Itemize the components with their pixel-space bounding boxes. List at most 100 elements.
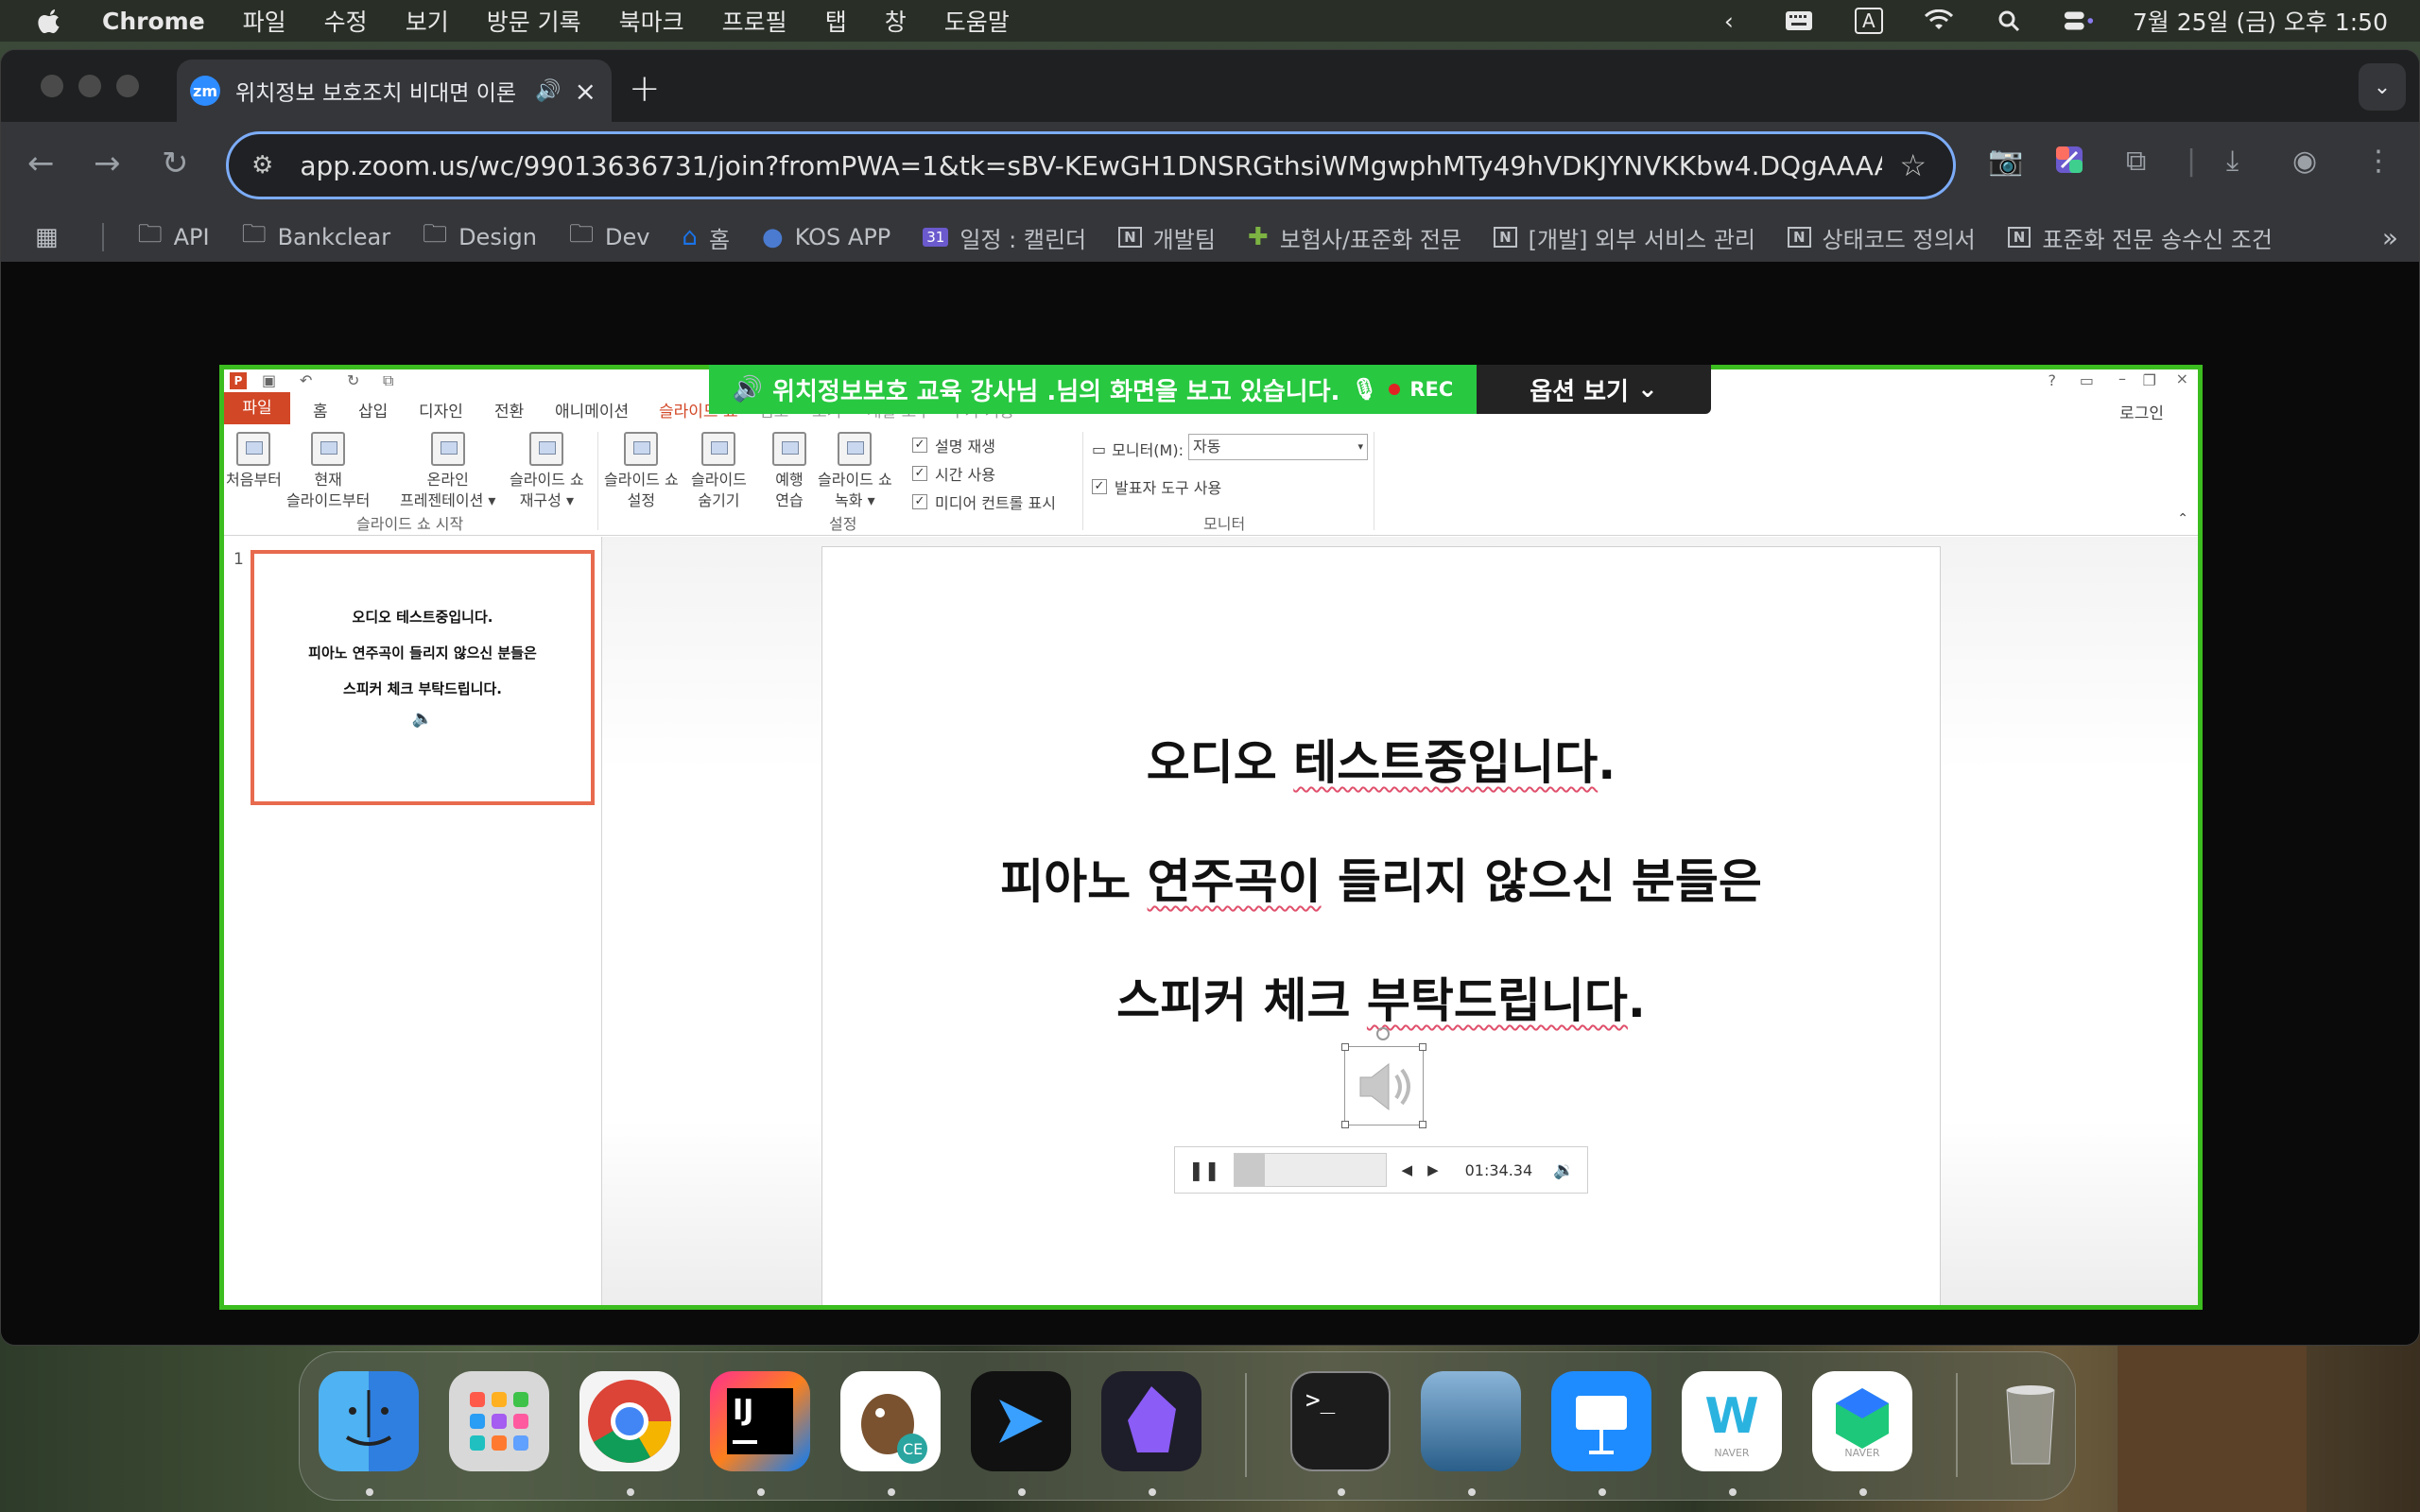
online-present-button[interactable]: 온라인 프레젠테이션 ▾ bbox=[400, 432, 495, 511]
chevron-left-icon[interactable]: ‹ bbox=[1713, 8, 1745, 35]
site-info-icon[interactable]: ⚙ bbox=[251, 151, 273, 180]
resize-handle[interactable] bbox=[1419, 1043, 1426, 1051]
monitor-select[interactable]: 자동 ▾ bbox=[1188, 434, 1368, 460]
undo-icon[interactable]: ↶ bbox=[300, 371, 312, 389]
slide-thumbnail[interactable]: 오디오 테스트중입니다. 피아노 연주곡이 들리지 않으신 분들은 스피커 체크… bbox=[251, 550, 595, 805]
reload-button[interactable]: ↻ bbox=[162, 145, 189, 182]
bookmark-calendar[interactable]: 31 일정 : 캘린더 bbox=[923, 221, 1086, 254]
tab-zoom-meeting[interactable]: zm 위치정보 보호조치 비대면 이론 🔊 × bbox=[177, 60, 612, 122]
naver-whale-icon[interactable]: W NAVER bbox=[1682, 1371, 1782, 1471]
timing-checkbox[interactable]: ✓ 시간 사용 bbox=[912, 462, 995, 485]
menu-bookmarks[interactable]: 북마크 bbox=[619, 4, 684, 38]
record-show-button[interactable]: 슬라이드 쇼 녹화 ▾ bbox=[818, 432, 892, 511]
redo-icon[interactable]: ↻ bbox=[347, 371, 359, 389]
save-icon[interactable]: ▣ bbox=[262, 371, 276, 389]
menu-history[interactable]: 방문 기록 bbox=[487, 4, 581, 38]
new-tab-button[interactable]: + bbox=[629, 67, 661, 111]
rotate-handle-icon[interactable] bbox=[1376, 1027, 1390, 1040]
tab-home[interactable]: 홈 bbox=[313, 398, 328, 421]
bookmark-external-service[interactable]: N [개발] 외부 서비스 관리 bbox=[1494, 221, 1755, 254]
pause-icon[interactable]: ❚❚ bbox=[1188, 1159, 1220, 1181]
finder-icon[interactable] bbox=[319, 1371, 419, 1471]
volume-icon[interactable]: 🔉 bbox=[1553, 1160, 1574, 1180]
bookmark-design[interactable]: 🗀 Design bbox=[423, 216, 537, 258]
tab-file[interactable]: 파일 bbox=[224, 392, 290, 424]
rehearse-button[interactable]: 예행 연습 bbox=[772, 432, 806, 511]
media-controls-checkbox[interactable]: ✓ 미디어 컨트롤 표시 bbox=[912, 490, 1056, 513]
dbeaver-icon[interactable]: CE bbox=[840, 1371, 941, 1471]
tab-audio-icon[interactable]: 🔊 bbox=[535, 79, 561, 103]
bookmark-kos-app[interactable]: ● KOS APP bbox=[762, 223, 890, 251]
tab-insert[interactable]: 삽입 bbox=[358, 398, 388, 421]
keynote-icon[interactable] bbox=[1551, 1371, 1651, 1471]
minimize-window-button[interactable] bbox=[78, 75, 101, 97]
input-source-icon[interactable]: A bbox=[1853, 8, 1885, 34]
color-picker-extension-icon[interactable] bbox=[2054, 145, 2084, 182]
menubar-clock[interactable]: 7월 25일 (금) 오후 1:50 bbox=[2133, 4, 2388, 38]
bookmark-star-icon[interactable]: ☆ bbox=[1899, 147, 1927, 183]
preview-icon[interactable] bbox=[1421, 1371, 1521, 1471]
bookmark-home[interactable]: ⌂ 홈 bbox=[682, 221, 730, 254]
menu-view[interactable]: 보기 bbox=[406, 4, 449, 38]
bookmark-bankclear[interactable]: 🗀 Bankclear bbox=[242, 216, 391, 258]
ribbon-display-icon[interactable]: ▭ bbox=[2080, 371, 2094, 389]
menu-tab[interactable]: 탭 bbox=[825, 4, 847, 38]
chrome-icon[interactable] bbox=[579, 1371, 680, 1471]
login-link[interactable]: 로그인 bbox=[2119, 400, 2164, 423]
bookmarks-overflow-icon[interactable]: » bbox=[2382, 222, 2398, 253]
help-icon[interactable]: ? bbox=[2048, 371, 2057, 389]
menu-edit[interactable]: 수정 bbox=[324, 4, 368, 38]
bookmark-api[interactable]: 🗀 API bbox=[138, 216, 210, 258]
resize-handle[interactable] bbox=[1419, 1121, 1426, 1128]
app-menu-chrome[interactable]: Chrome bbox=[102, 8, 205, 35]
restore-icon[interactable]: ❐ bbox=[2143, 371, 2156, 389]
bookmark-standard-spec[interactable]: N 표준화 전문 송수신 조건 bbox=[2007, 221, 2273, 254]
bookmark-dev-team[interactable]: N 개발팀 bbox=[1118, 221, 1216, 254]
terminal-icon[interactable]: >_ bbox=[1290, 1371, 1391, 1471]
launchpad-icon[interactable] bbox=[449, 1371, 549, 1471]
from-current-button[interactable]: 현재 슬라이드부터 bbox=[286, 432, 370, 511]
view-options-button[interactable]: 옵션 보기 ⌄ bbox=[1477, 365, 1711, 414]
bookmark-status-code[interactable]: N 상태코드 정의서 bbox=[1787, 221, 1976, 254]
zoom-window-button[interactable] bbox=[116, 75, 139, 97]
downloads-icon[interactable]: ⤓ bbox=[2226, 145, 2238, 178]
control-center-icon[interactable] bbox=[2063, 9, 2095, 33]
apps-grid-icon[interactable]: ▦ bbox=[35, 223, 70, 251]
keyboard-icon[interactable] bbox=[1783, 9, 1815, 33]
bookmark-insurance[interactable]: ✚ 보험사/표준화 전문 bbox=[1248, 221, 1461, 254]
cursor-icon[interactable] bbox=[971, 1371, 1071, 1471]
tab-search-button[interactable]: ⌄ bbox=[2359, 63, 2406, 111]
media-progress-bar[interactable] bbox=[1233, 1153, 1387, 1187]
from-start-button[interactable]: 처음부터 bbox=[226, 432, 282, 490]
skip-back-icon[interactable]: ◀ bbox=[1402, 1161, 1413, 1178]
setup-show-button[interactable]: 슬라이드 쇼 설정 bbox=[604, 432, 679, 511]
search-icon[interactable] bbox=[1993, 9, 2025, 33]
extensions-icon[interactable]: ⧉ bbox=[2126, 145, 2146, 178]
close-icon[interactable]: × bbox=[2176, 369, 2188, 387]
chrome-menu-icon[interactable]: ⋮ bbox=[2364, 145, 2393, 178]
wifi-icon[interactable] bbox=[1923, 9, 1955, 33]
bookmark-dev[interactable]: 🗀 Dev bbox=[569, 216, 649, 258]
slide-canvas[interactable]: 오디오 테스트중입니다. 피아노 연주곡이 들리지 않으신 분들은 스피커 체크… bbox=[821, 546, 1941, 1305]
trash-icon[interactable] bbox=[1980, 1371, 2081, 1471]
address-bar[interactable]: ⚙ app.zoom.us/wc/99013636731/join?fromPW… bbox=[226, 131, 1956, 199]
resize-handle[interactable] bbox=[1341, 1043, 1349, 1051]
collapse-ribbon-icon[interactable]: ⌃ bbox=[2177, 511, 2188, 526]
camera-icon[interactable]: 📷 bbox=[1988, 145, 2023, 178]
apple-icon[interactable] bbox=[36, 7, 64, 35]
narration-checkbox[interactable]: ✓ 설명 재생 bbox=[912, 434, 995, 456]
menu-help[interactable]: 도움말 bbox=[944, 4, 1010, 38]
custom-show-button[interactable]: 슬라이드 쇼 재구성 ▾ bbox=[510, 432, 584, 511]
hide-slide-button[interactable]: 슬라이드 숨기기 bbox=[691, 432, 747, 511]
naver-works-icon[interactable]: NAVER bbox=[1812, 1371, 1912, 1471]
present-icon[interactable]: ⧉ bbox=[383, 371, 393, 390]
presenter-view-checkbox[interactable]: ✓ 발표자 도구 사용 bbox=[1092, 475, 1221, 498]
forward-button[interactable]: → bbox=[94, 145, 121, 182]
menu-profile[interactable]: 프로필 bbox=[722, 4, 787, 38]
profile-icon[interactable]: ◉ bbox=[2292, 145, 2317, 178]
tab-transitions[interactable]: 전환 bbox=[494, 398, 524, 421]
tab-design[interactable]: 디자인 bbox=[419, 398, 463, 421]
audio-object[interactable] bbox=[1341, 1043, 1426, 1128]
close-window-button[interactable] bbox=[41, 75, 63, 97]
url-text[interactable]: app.zoom.us/wc/99013636731/join?fromPWA=… bbox=[300, 150, 1882, 181]
